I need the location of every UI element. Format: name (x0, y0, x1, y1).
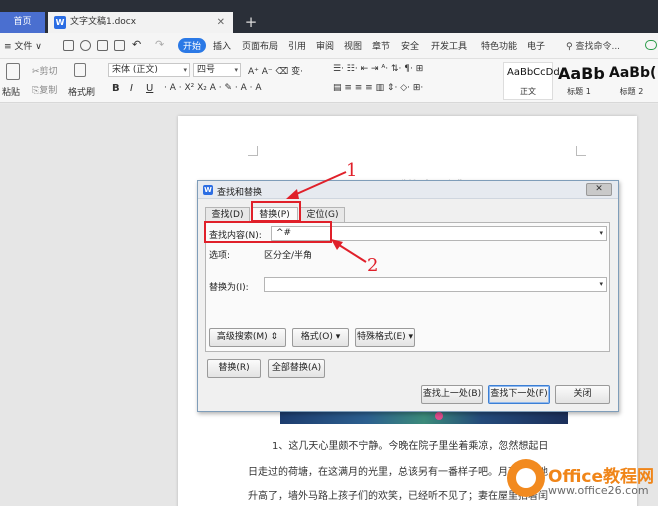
home-tab[interactable]: 首页 (0, 12, 45, 33)
menu-electronic[interactable]: 电子 (527, 39, 545, 52)
export-pdf-icon[interactable] (97, 40, 108, 51)
style-normal[interactable]: AaBbCcDd 正文 (503, 62, 560, 100)
redo-icon[interactable]: ↷ (155, 38, 164, 51)
menu-section[interactable]: 章节 (372, 39, 390, 52)
image-flower (435, 412, 443, 420)
body-line-3: 升高了，墙外马路上孩子们的欢笑，已经听不见了；妻在屋里拍着闰 (248, 491, 548, 502)
highlight-replace-tab (251, 201, 301, 222)
menu-page-layout[interactable]: 页面布局 (242, 39, 278, 52)
special-format-button[interactable]: 特殊格式(E) ▾ (355, 328, 415, 347)
body-line-2: 日走过的荷塘，在这满月的光里，总该另有一番样子吧。月亮渐渐地 (248, 467, 548, 478)
dialog-close-button[interactable]: ✕ (586, 183, 612, 196)
menu-bar: ≡ 文件 ∨ ↶ ↷ 开始 插入 页面布局 引用 审阅 视图 章节 安全 开发工… (0, 33, 658, 59)
style-heading-2-sample: AaBb( (609, 65, 657, 81)
font-name-value: 宋体 (正文) (112, 65, 158, 75)
cloud-sync-icon[interactable] (645, 40, 657, 50)
scissors-icon: ✂ (32, 67, 40, 77)
style-heading-1-name: 标题 1 (567, 87, 591, 96)
command-search[interactable]: ⚲ 查找命令... (566, 39, 620, 52)
font-grow-icon[interactable]: A⁺ A⁻ ⌫ 变· (248, 64, 303, 77)
underline-button[interactable]: U (146, 83, 153, 94)
options-value: 区分全/半角 (264, 251, 313, 261)
font-size-value: 四号 (197, 65, 216, 75)
style-heading-1-sample: AaBb (558, 64, 605, 83)
tab-find[interactable]: 查找(D) (205, 207, 250, 222)
list-icons[interactable]: ☰· ☷· ⇤ ⇥ ᴬ· ⇅· ¶· ⊞ (333, 64, 423, 74)
file-menu[interactable]: ≡ 文件 ∨ (4, 39, 42, 52)
wps-writer-icon: W (203, 185, 213, 195)
save-icon[interactable] (63, 40, 74, 51)
body-line-1: 1、这几天心里颇不宁静。今晚在院子里坐着乘凉，忽然想起日 (272, 441, 549, 452)
font-size-select[interactable]: 四号 ▾ (193, 63, 241, 77)
close-tab-icon[interactable]: ✕ (217, 12, 225, 33)
print-icon[interactable] (80, 40, 91, 51)
menu-security[interactable]: 安全 (401, 39, 419, 52)
format-painter-icon[interactable] (74, 63, 86, 77)
annotation-number-1: 1 (346, 160, 358, 181)
command-search-label: 查找命令... (575, 42, 621, 52)
menu-view[interactable]: 视图 (344, 39, 362, 52)
highlight-find-field (204, 221, 332, 243)
cut-button[interactable]: ✂剪切 (32, 64, 58, 77)
paste-icon[interactable] (6, 63, 20, 80)
options-label: 选项: (209, 251, 231, 261)
copy-button[interactable]: ⎘复制 (32, 83, 57, 96)
new-tab-button[interactable]: + (241, 12, 261, 33)
bold-button[interactable]: B (112, 83, 120, 94)
document-tab[interactable]: W 文字文稿1.docx ✕ (48, 12, 233, 33)
format-button[interactable]: 格式(O) ▾ (292, 328, 349, 347)
find-next-button[interactable]: 查找下一处(F) (488, 385, 550, 404)
paste-label[interactable]: 粘贴 (2, 85, 20, 98)
margin-corner (576, 146, 586, 156)
ribbon: 粘贴 ✂剪切 ⎘复制 格式刷 宋体 (正文) ▾ 四号 ▾ A⁺ A⁻ ⌫ 变· B… (0, 59, 658, 103)
style-normal-sample: AaBbCcDd (507, 67, 560, 78)
dialog-title-bar[interactable]: W 查找和替换 ✕ (198, 181, 618, 199)
margin-corner (248, 146, 258, 156)
menu-review[interactable]: 审阅 (316, 39, 334, 52)
undo-icon[interactable]: ↶ (132, 38, 141, 51)
document-tab-label: 文字文稿1.docx (70, 17, 137, 27)
format-painter-label[interactable]: 格式刷 (68, 85, 95, 98)
font-effects-icon[interactable]: · A · X² X₂ A · ✎ · A · A (164, 83, 262, 93)
style-normal-name: 正文 (520, 87, 536, 96)
print-preview-icon[interactable] (114, 40, 125, 51)
style-heading-2[interactable]: AaBb( 标题 2 (605, 62, 658, 100)
menu-special[interactable]: 特色功能 (481, 39, 517, 52)
find-previous-button[interactable]: 查找上一处(B) (421, 385, 483, 404)
replace-button[interactable]: 替换(R) (207, 359, 261, 378)
dialog-title: 查找和替换 (217, 188, 263, 198)
replace-all-button[interactable]: 全部替换(A) (268, 359, 325, 378)
style-heading-1[interactable]: AaBb 标题 1 (554, 62, 605, 100)
close-button[interactable]: 关闭 (555, 385, 610, 404)
align-icons[interactable]: ▤ ≡ ≡ ≡ ▥ ⇕· ◇· ⊞· (333, 83, 423, 93)
replace-with-label: 替换为(I): (209, 283, 249, 293)
chevron-down-icon[interactable]: ▾ (599, 227, 603, 240)
advanced-search-button[interactable]: 高级搜索(M) ⇕ (209, 328, 286, 347)
style-heading-2-name: 标题 2 (619, 87, 644, 96)
document-image (280, 410, 568, 424)
office-logo-icon (507, 459, 545, 497)
tab-goto[interactable]: 定位(G) (300, 207, 345, 222)
menu-insert[interactable]: 插入 (213, 39, 231, 52)
menu-start[interactable]: 开始 (178, 38, 207, 53)
title-bar: 首页 W 文字文稿1.docx ✕ + (0, 0, 658, 33)
annotation-number-2: 2 (367, 255, 379, 276)
watermark-url: www.office26.com (548, 484, 649, 497)
font-name-select[interactable]: 宋体 (正文) ▾ (108, 63, 190, 77)
replace-with-input[interactable]: ▾ (264, 277, 607, 292)
italic-button[interactable]: I (130, 83, 133, 94)
cut-label: 剪切 (39, 67, 58, 77)
chevron-down-icon: ▾ (234, 66, 238, 74)
chevron-down-icon[interactable]: ▾ (599, 278, 603, 291)
menu-references[interactable]: 引用 (288, 39, 306, 52)
menu-developer[interactable]: 开发工具 (431, 39, 467, 52)
wps-writer-icon: W (54, 16, 66, 29)
copy-label: 复制 (39, 86, 58, 96)
chevron-down-icon: ▾ (183, 66, 187, 74)
